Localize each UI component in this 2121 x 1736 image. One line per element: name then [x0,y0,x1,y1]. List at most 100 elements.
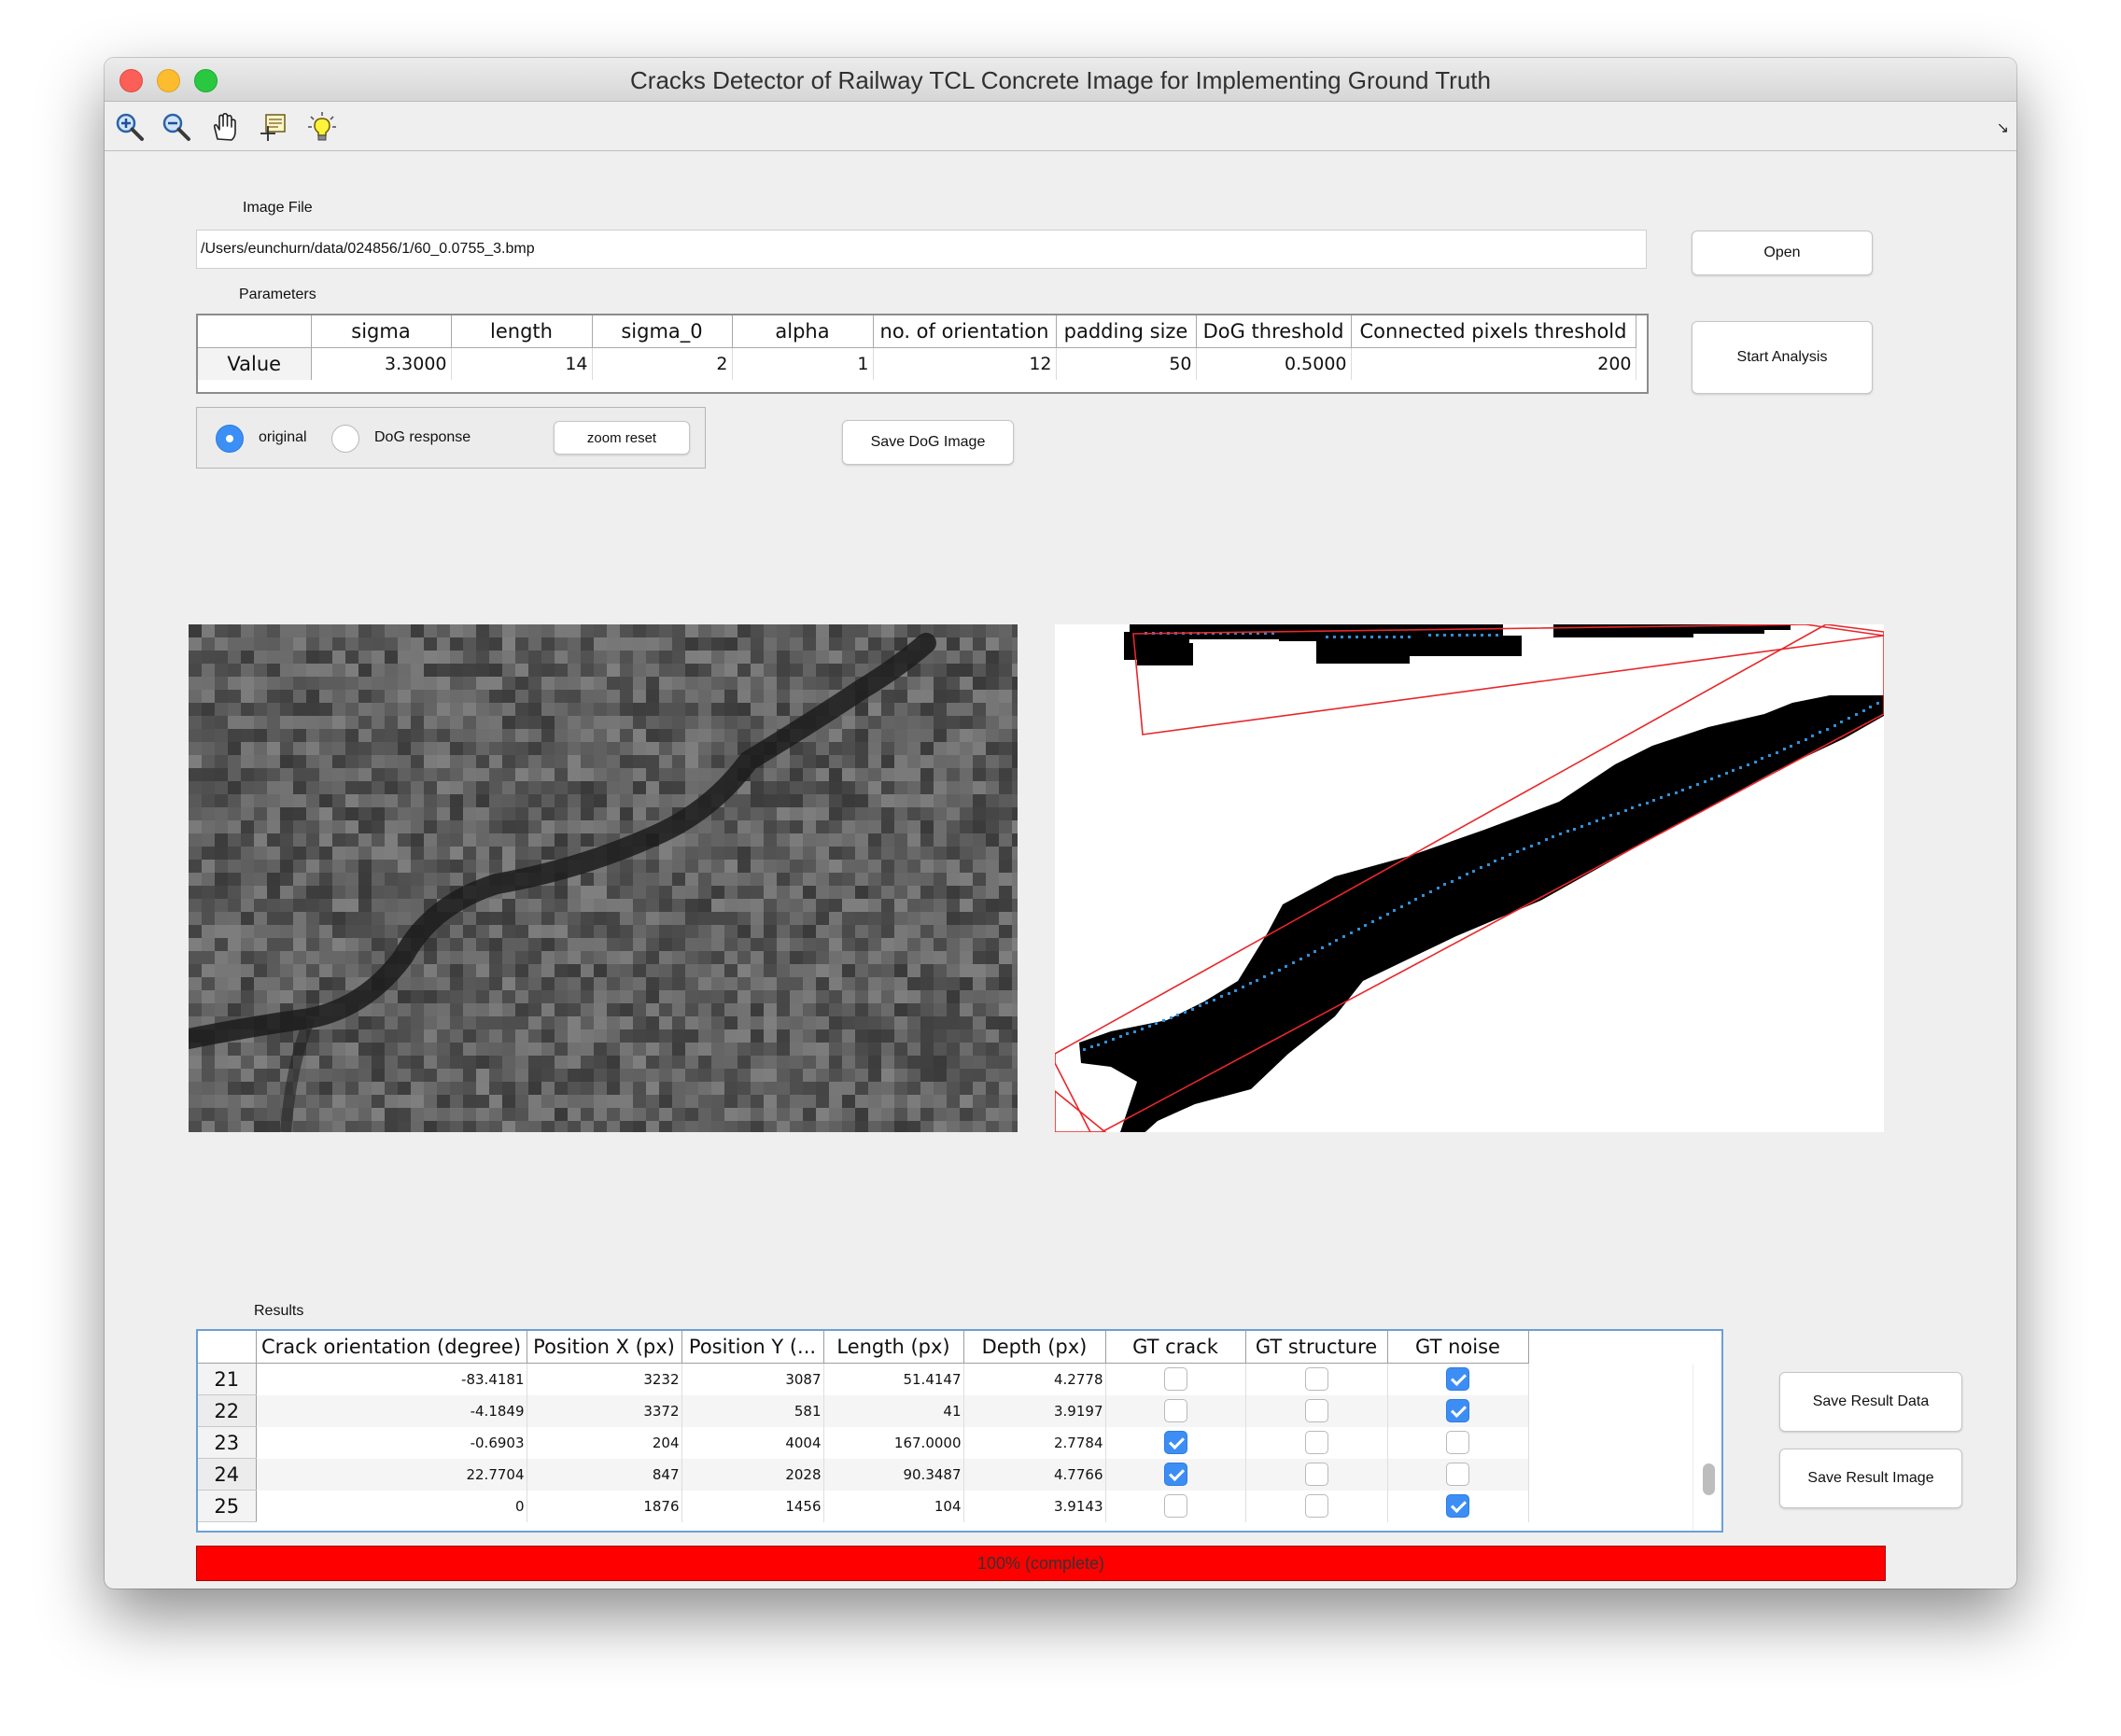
results-label: Results [254,1303,304,1319]
cell-length[interactable]: 51.4147 [823,1363,964,1395]
radio-dog-response-label: DoG response [374,429,471,445]
cell-length[interactable]: 104 [823,1490,964,1522]
pan-button[interactable] [207,109,243,145]
col-header-gt-structure[interactable]: GT structure [1245,1331,1388,1364]
cell-position-x[interactable]: 847 [527,1458,682,1491]
cell-length[interactable]: 167.0000 [823,1426,964,1459]
save-dog-image-button[interactable]: Save DoG Image [842,420,1014,465]
title-bar: Cracks Detector of Railway TCL Concrete … [105,58,2016,102]
radio-original[interactable] [216,425,244,453]
table-row[interactable]: 21 -83.4181 3232 3087 51.4147 4.2778 [198,1363,1529,1395]
pan-hand-icon [213,112,236,141]
cell-position-y[interactable]: 3087 [681,1363,824,1395]
cell-orientation[interactable]: 22.7704 [256,1458,527,1491]
brush-button[interactable] [304,109,340,145]
cell-position-x[interactable]: 1876 [527,1490,682,1522]
col-header-length[interactable]: Length (px) [823,1331,964,1364]
image-file-label: Image File [243,200,313,216]
cell-position-y[interactable]: 581 [681,1394,824,1427]
param-value-connected-threshold[interactable]: 200 [1351,347,1636,380]
gt-crack-checkbox[interactable] [1163,1399,1187,1422]
cell-position-y[interactable]: 1456 [681,1490,824,1522]
progress-text: 100% (complete) [976,1554,1105,1573]
data-cursor-button[interactable] [256,109,291,145]
save-result-data-button[interactable]: Save Result Data [1779,1372,1962,1432]
param-header-alpha: alpha [732,315,874,348]
gt-crack-checkbox[interactable] [1163,1463,1187,1486]
table-row[interactable]: 25 0 1876 1456 104 3.9143 [198,1490,1529,1522]
gt-noise-checkbox[interactable] [1446,1463,1469,1486]
cell-length[interactable]: 41 [823,1394,964,1427]
gt-noise-checkbox[interactable] [1446,1494,1469,1518]
gt-noise-checkbox[interactable] [1446,1431,1469,1454]
save-result-image-button[interactable]: Save Result Image [1779,1449,1962,1508]
param-header-sigma: sigma [311,315,452,348]
cell-position-x[interactable]: 3372 [527,1394,682,1427]
cell-position-y[interactable]: 2028 [681,1458,824,1491]
zoom-out-icon [162,113,190,141]
cell-depth[interactable]: 3.9143 [963,1490,1106,1522]
window-title: Cracks Detector of Railway TCL Concrete … [630,66,1491,94]
param-value-orientations[interactable]: 12 [873,347,1057,380]
col-header-depth[interactable]: Depth (px) [963,1331,1106,1364]
gt-noise-checkbox[interactable] [1446,1367,1469,1392]
cell-orientation[interactable]: -83.4181 [256,1363,527,1395]
cell-position-x[interactable]: 3232 [527,1363,682,1395]
gt-crack-checkbox[interactable] [1163,1494,1187,1518]
cell-position-y[interactable]: 4004 [681,1426,824,1459]
open-button[interactable]: Open [1692,231,1873,275]
zoom-out-button[interactable] [159,109,194,145]
param-value-sigma[interactable]: 3.3000 [311,347,452,380]
cell-depth[interactable]: 3.9197 [963,1394,1106,1427]
col-header-position-y[interactable]: Position Y (... [681,1331,824,1364]
dock-arrow-icon[interactable]: ↘ [1997,119,2009,137]
row-number: 22 [198,1394,257,1427]
start-analysis-button[interactable]: Start Analysis [1692,321,1873,394]
cell-depth[interactable]: 4.7766 [963,1458,1106,1491]
zoom-reset-button[interactable]: zoom reset [554,421,690,455]
param-value-alpha[interactable]: 1 [732,347,874,380]
radio-dog-response[interactable] [331,425,359,453]
results-scrollbar-thumb[interactable] [1703,1463,1715,1495]
gt-crack-checkbox[interactable] [1163,1431,1187,1454]
app-window: Cracks Detector of Railway TCL Concrete … [105,58,2016,1589]
col-header-gt-crack[interactable]: GT crack [1105,1331,1246,1364]
radio-original-label: original [259,429,307,445]
gt-structure-checkbox[interactable] [1304,1431,1328,1454]
table-row[interactable]: 22 -4.1849 3372 581 41 3.9197 [198,1394,1529,1427]
cell-length[interactable]: 90.3487 [823,1458,964,1491]
cell-position-x[interactable]: 204 [527,1426,682,1459]
gt-structure-checkbox[interactable] [1304,1399,1328,1422]
results-corner-cell [198,1331,257,1364]
param-header-orientations: no. of orientation [873,315,1057,348]
cell-orientation[interactable]: -4.1849 [256,1394,527,1427]
cell-depth[interactable]: 4.2778 [963,1363,1106,1395]
parameters-value-row: Value 3.3000 14 2 1 12 50 0.5000 200 [198,347,1636,380]
table-row[interactable]: 24 22.7704 847 2028 90.3487 4.7766 [198,1458,1529,1491]
gt-structure-checkbox[interactable] [1304,1367,1328,1392]
parameters-table: sigma length sigma_0 alpha no. of orient… [196,314,1649,394]
col-header-orientation[interactable]: Crack orientation (degree) [256,1331,527,1364]
gt-structure-checkbox[interactable] [1304,1463,1328,1486]
parameters-label: Parameters [239,287,316,302]
cell-orientation[interactable]: -0.6903 [256,1426,527,1459]
zoom-in-button[interactable] [112,109,147,145]
col-header-position-x[interactable]: Position X (px) [527,1331,682,1364]
param-value-dog-threshold[interactable]: 0.5000 [1196,347,1352,380]
param-value-length[interactable]: 14 [451,347,593,380]
progress-bar: 100% (complete) [196,1546,1886,1581]
gt-noise-checkbox[interactable] [1446,1399,1469,1422]
param-value-padding[interactable]: 50 [1056,347,1197,380]
original-image-view[interactable] [189,624,1018,1132]
col-header-gt-noise[interactable]: GT noise [1387,1331,1529,1364]
param-value-sigma-0[interactable]: 2 [592,347,733,380]
table-row[interactable]: 23 -0.6903 204 4004 167.0000 2.7784 [198,1426,1529,1459]
result-image-view[interactable] [1055,624,1884,1132]
cell-orientation[interactable]: 0 [256,1490,527,1522]
gt-structure-checkbox[interactable] [1304,1494,1328,1518]
image-path-field[interactable] [196,230,1647,269]
parameters-header-row: sigma length sigma_0 alpha no. of orient… [198,315,1636,348]
gt-crack-checkbox[interactable] [1163,1367,1187,1392]
cell-depth[interactable]: 2.7784 [963,1426,1106,1459]
results-scrollbar[interactable] [1693,1365,1721,1531]
